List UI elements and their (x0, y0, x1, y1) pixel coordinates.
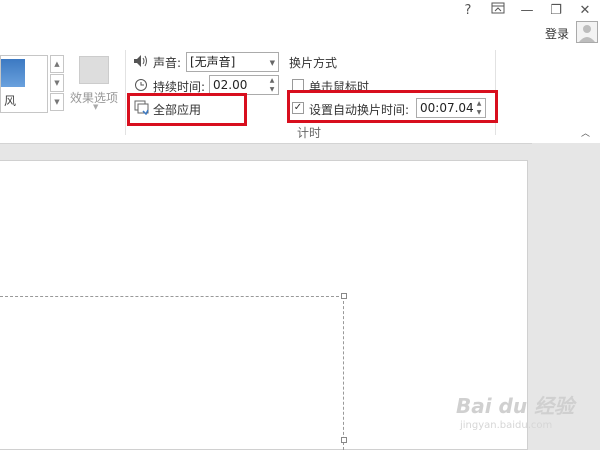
advance-slide-header: 换片方式 (289, 56, 338, 70)
watermark-url: jingyan.baidu.com (460, 420, 553, 431)
highlight-auto-advance (287, 90, 498, 123)
gallery-scroll-up-button[interactable]: ▲ (50, 55, 64, 73)
chevron-down-icon[interactable]: ▼ (93, 103, 98, 111)
sound-label: 声音: (153, 56, 182, 70)
resize-handle[interactable] (341, 437, 347, 443)
ribbon-display-icon (491, 2, 505, 14)
login-link[interactable]: 登录 (545, 25, 569, 42)
timing-group-label: 计时 (297, 126, 322, 140)
close-button[interactable]: ✕ (574, 2, 596, 20)
content-placeholder[interactable] (0, 296, 344, 450)
spinner-arrows-icon[interactable]: ▲ ▼ (267, 76, 277, 94)
transition-item-label: 风 (4, 94, 17, 108)
sound-dropdown[interactable]: [无声音] ▼ (186, 52, 279, 72)
sound-value: [无声音] (190, 55, 236, 69)
transition-thumbnail (1, 59, 25, 87)
effect-options-icon[interactable] (79, 56, 109, 84)
user-icon (579, 25, 595, 42)
help-button[interactable]: ? (457, 2, 479, 20)
gallery-scroll-down-button[interactable]: ▼ (50, 74, 64, 92)
group-separator (125, 50, 126, 135)
collapse-ribbon-icon[interactable]: ︿ (581, 126, 590, 139)
ribbon-display-options-button[interactable] (487, 2, 509, 20)
duration-spinner[interactable]: 02.00 ▲ ▼ (209, 75, 279, 95)
watermark: Bai du 经验 (456, 394, 575, 418)
gallery-more-button[interactable]: ▼ (50, 93, 64, 111)
duration-value: 02.00 (213, 78, 248, 92)
ribbon: ? — ❐ ✕ 登录 风 ▲ ▼ ▼ 效果选项 ▼ 声音: [无声音] ▼ 持续… (0, 0, 600, 144)
highlight-apply-all (127, 93, 247, 126)
transition-gallery-item[interactable]: 风 (0, 55, 48, 113)
resize-handle[interactable] (341, 293, 347, 299)
avatar[interactable] (576, 21, 598, 43)
restore-button[interactable]: ❐ (545, 2, 567, 20)
speaker-icon (134, 55, 147, 67)
chevron-down-icon: ▼ (269, 59, 275, 67)
clock-icon (135, 79, 147, 91)
minimize-button[interactable]: — (516, 2, 538, 20)
